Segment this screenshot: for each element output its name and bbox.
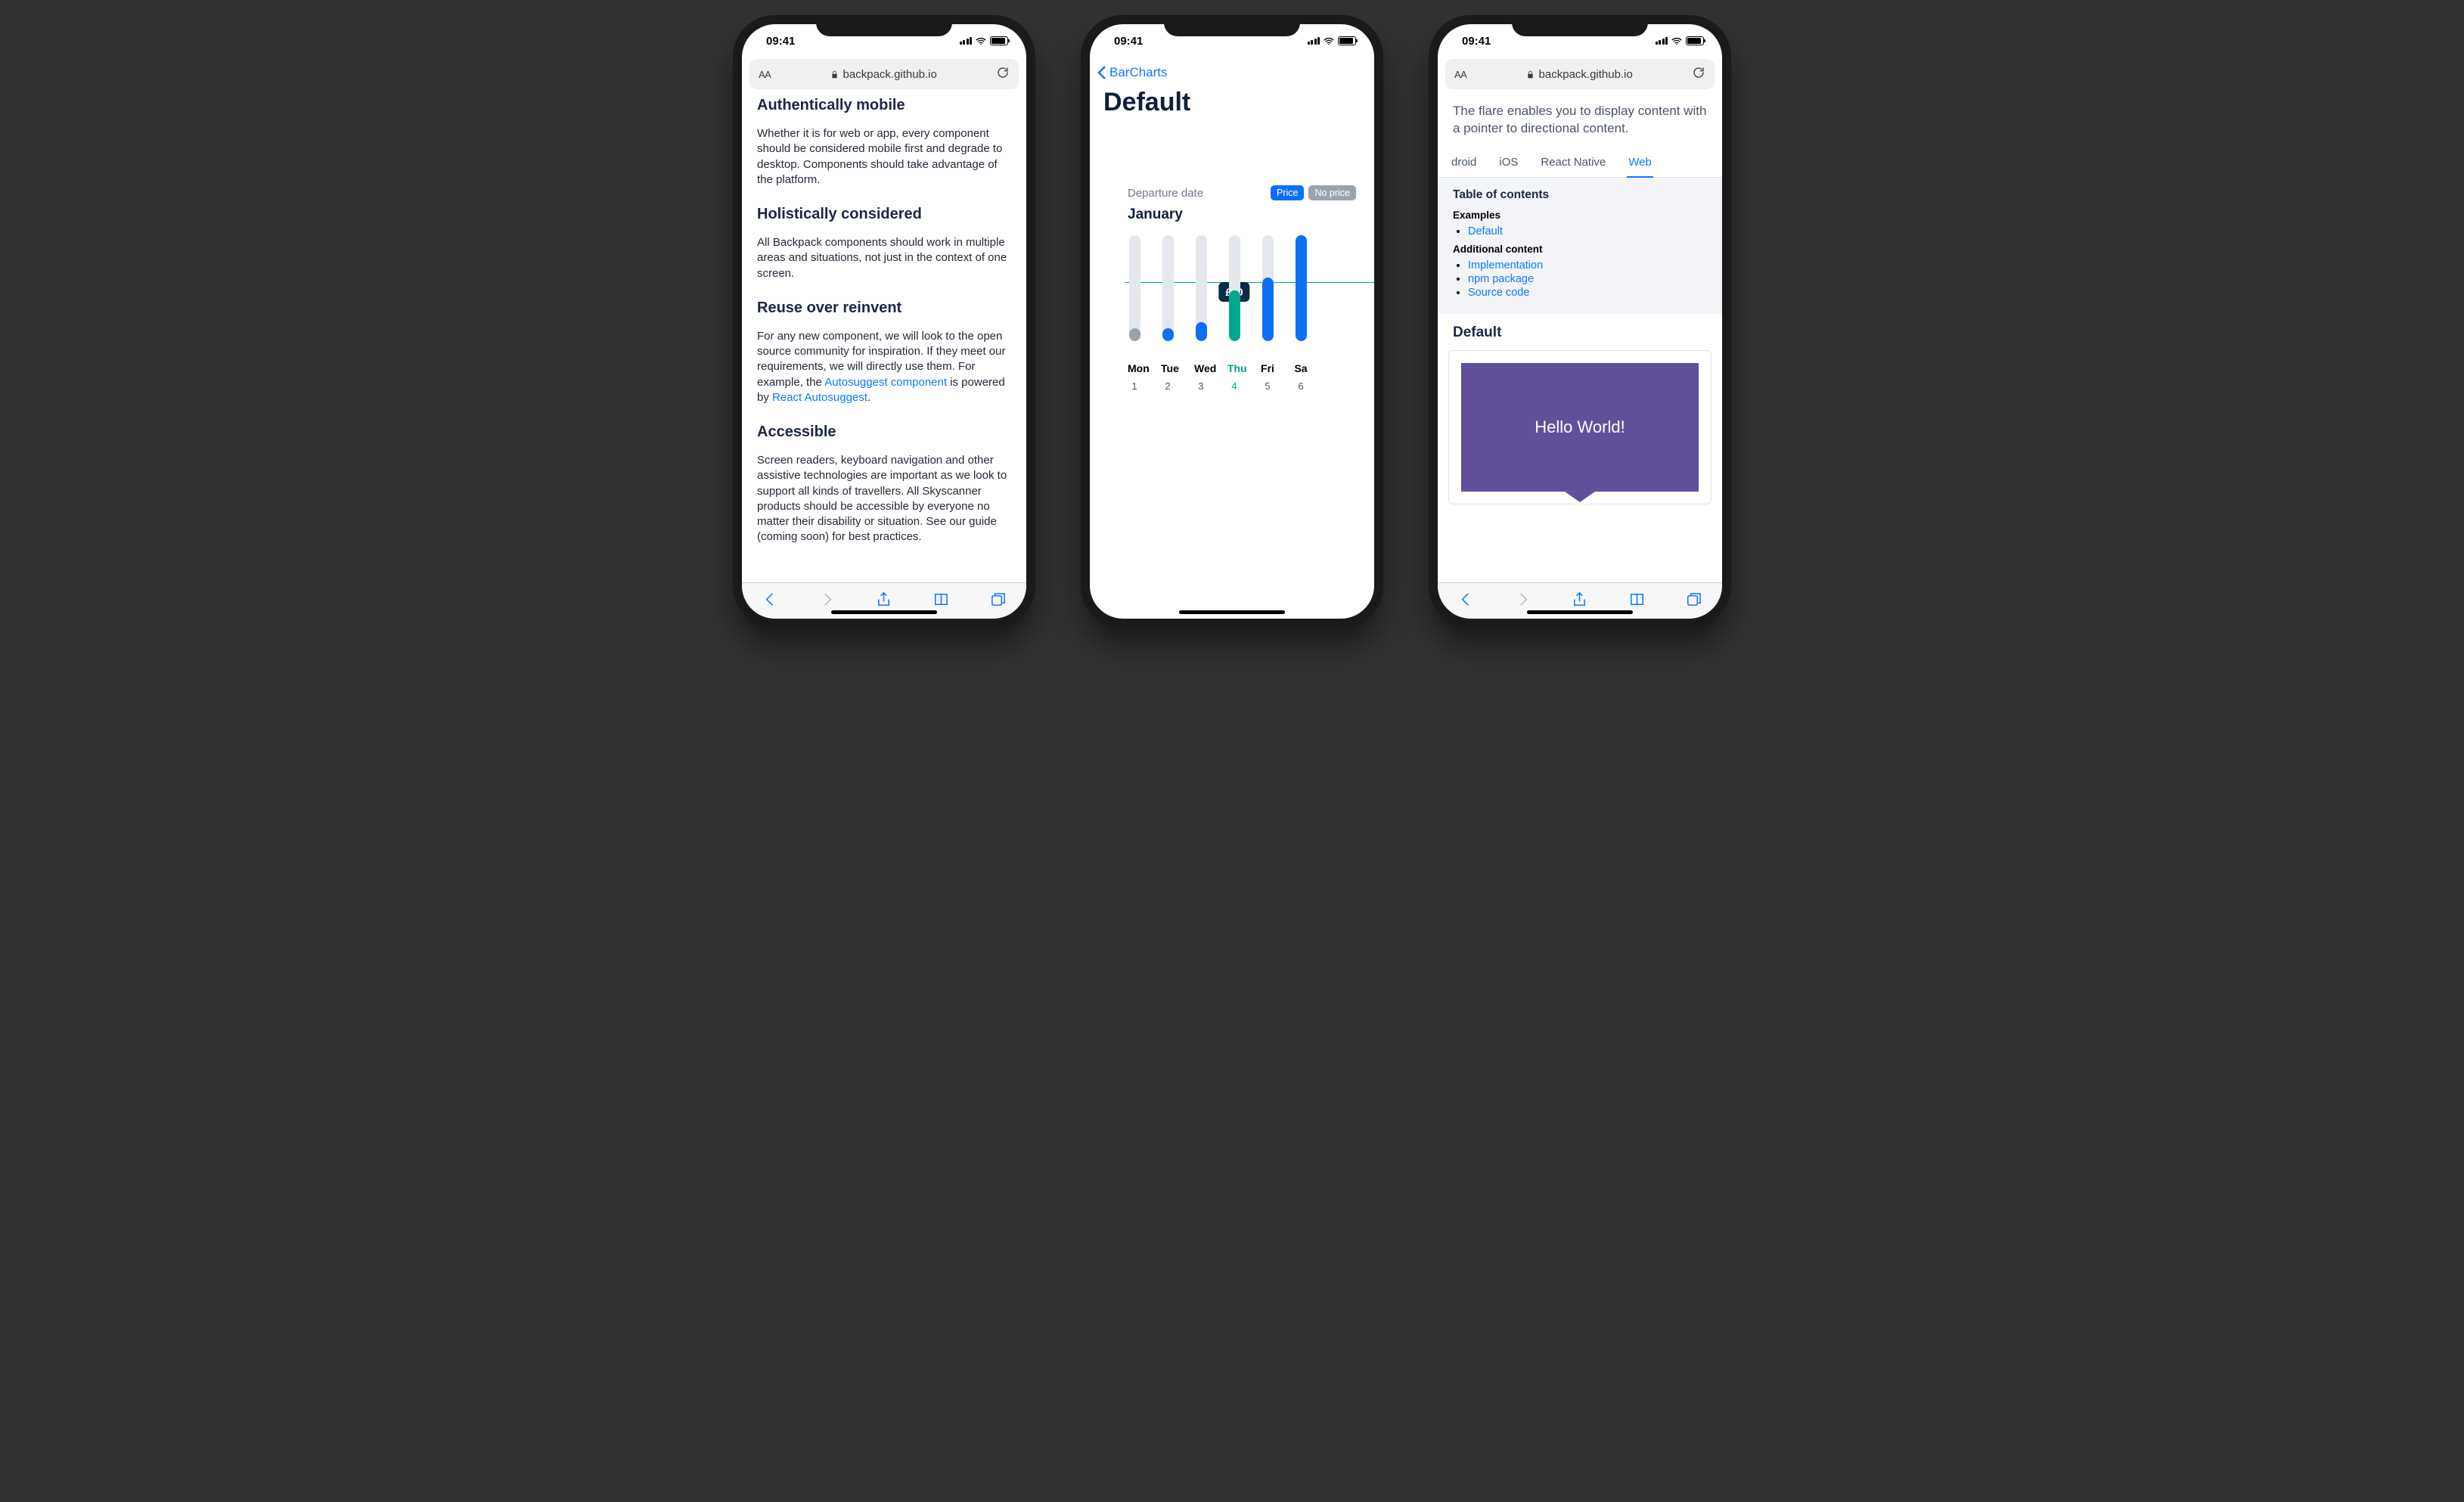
lock-icon xyxy=(1526,70,1535,79)
legend-no-price: No price xyxy=(1308,185,1356,200)
toc-link[interactable]: npm package xyxy=(1468,273,1534,285)
status-time: 09:41 xyxy=(1462,35,1491,48)
battery-icon xyxy=(1338,36,1356,45)
toc-link-source-code: Source code xyxy=(1468,287,1707,299)
toc-link-implementation: Implementation xyxy=(1468,259,1707,272)
phone-middle: 09:41 BarCharts Default Departure date P… xyxy=(1081,15,1383,628)
axis-fri: Fri5 xyxy=(1261,362,1274,392)
bar-tue[interactable] xyxy=(1161,235,1175,356)
back-button[interactable] xyxy=(762,591,779,612)
bar-sa[interactable] xyxy=(1294,235,1308,356)
reload-button[interactable] xyxy=(996,66,1010,83)
axis-sa: Sa6 xyxy=(1294,362,1308,392)
tab-ios[interactable]: iOS xyxy=(1497,151,1519,177)
axis-tue: Tue2 xyxy=(1161,362,1175,392)
url-text: backpack.github.io xyxy=(1539,68,1633,81)
axis-mon: Mon1 xyxy=(1128,362,1141,392)
table-of-contents: Table of contents Examples Default Addit… xyxy=(1438,178,1722,314)
tab-droid[interactable]: droid xyxy=(1450,151,1478,177)
lock-icon xyxy=(830,70,839,79)
heading-reuse: Reuse over reinvent xyxy=(757,298,1011,318)
heading-holistic: Holistically considered xyxy=(757,204,1011,225)
status-time: 09:41 xyxy=(766,35,795,48)
link-autosuggest[interactable]: Autosuggest component xyxy=(824,376,947,389)
wifi-icon xyxy=(975,36,987,45)
toc-link[interactable]: Source code xyxy=(1468,287,1529,299)
para-holistic: All Backpack components should work in m… xyxy=(757,235,1011,281)
bar-wed[interactable] xyxy=(1194,235,1208,356)
toc-additional-heading: Additional content xyxy=(1453,244,1707,255)
phone-left: 09:41 AA backpack.github.io Authenticall… xyxy=(733,15,1035,628)
back-button[interactable] xyxy=(1457,591,1475,612)
home-indicator xyxy=(1527,610,1633,614)
page-title: Default xyxy=(1090,88,1374,125)
cellular-icon xyxy=(1656,37,1668,45)
platform-tabs: droid iOS React Native Web xyxy=(1438,151,1722,178)
toc-title: Table of contents xyxy=(1453,188,1707,202)
toc-link-default: Default xyxy=(1468,225,1707,237)
flare-text: Hello World! xyxy=(1535,417,1625,437)
text-size-button[interactable]: AA xyxy=(1454,69,1466,80)
url-text: backpack.github.io xyxy=(843,68,937,81)
phone-right: 09:41 AA backpack.github.io The flare en… xyxy=(1429,15,1731,628)
tabs-button[interactable] xyxy=(989,591,1007,612)
home-indicator xyxy=(831,610,937,614)
nav-back[interactable]: BarCharts xyxy=(1090,57,1374,88)
tabs-button[interactable] xyxy=(1685,591,1702,612)
text-size-button[interactable]: AA xyxy=(759,69,771,80)
link-react-autosuggest[interactable]: React Autosuggest xyxy=(772,391,867,404)
toc-link-npm-package: npm package xyxy=(1468,273,1707,285)
toc-examples-heading: Examples xyxy=(1453,209,1707,221)
page-content: Authentically mobile Whether it is for w… xyxy=(742,95,1026,582)
example-card: Hello World! xyxy=(1448,350,1711,504)
bar-fri[interactable] xyxy=(1261,235,1274,356)
page-content: The flare enables you to display content… xyxy=(1438,95,1722,582)
cellular-icon xyxy=(1308,37,1320,45)
cellular-icon xyxy=(960,37,973,45)
chevron-left-icon xyxy=(1097,65,1106,80)
para-reuse: For any new component, we will look to t… xyxy=(757,329,1011,405)
share-button[interactable] xyxy=(875,591,892,612)
share-button[interactable] xyxy=(1571,591,1588,612)
home-indicator xyxy=(1179,610,1285,614)
bar-thu[interactable]: £20 xyxy=(1227,235,1241,356)
bar-chart[interactable]: £20 xyxy=(1090,235,1374,356)
forward-button[interactable] xyxy=(1514,591,1531,612)
chart-area: Departure date Price No price January £2… xyxy=(1090,125,1374,619)
safari-url-bar[interactable]: AA backpack.github.io xyxy=(1445,59,1715,89)
battery-icon xyxy=(1686,36,1704,45)
para-mobile: Whether it is for web or app, every comp… xyxy=(757,126,1011,188)
intro-text: The flare enables you to display content… xyxy=(1438,95,1722,151)
reload-button[interactable] xyxy=(1692,66,1705,83)
chart-month: January xyxy=(1090,203,1374,235)
heading-mobile: Authentically mobile xyxy=(757,95,1011,116)
chart-label: Departure date xyxy=(1128,187,1203,200)
bookmarks-button[interactable] xyxy=(933,591,950,612)
toc-link[interactable]: Default xyxy=(1468,225,1503,237)
flare-component: Hello World! xyxy=(1461,363,1699,492)
legend-price: Price xyxy=(1271,185,1304,200)
bookmarks-button[interactable] xyxy=(1628,591,1646,612)
bar-mon[interactable] xyxy=(1128,235,1141,356)
tab-react-native[interactable]: React Native xyxy=(1539,151,1607,177)
tab-web[interactable]: Web xyxy=(1627,151,1653,178)
forward-button[interactable] xyxy=(818,591,836,612)
nav-back-label: BarCharts xyxy=(1109,65,1168,80)
toc-link[interactable]: Implementation xyxy=(1468,259,1543,272)
wifi-icon xyxy=(1671,36,1683,45)
safari-url-bar[interactable]: AA backpack.github.io xyxy=(749,59,1019,89)
axis-wed: Wed3 xyxy=(1194,362,1208,392)
status-time: 09:41 xyxy=(1114,35,1143,48)
battery-icon xyxy=(990,36,1008,45)
wifi-icon xyxy=(1323,36,1335,45)
heading-accessible: Accessible xyxy=(757,422,1011,442)
axis-thu: Thu4 xyxy=(1227,362,1241,392)
section-title: Default xyxy=(1438,314,1722,350)
para-accessible: Screen readers, keyboard navigation and … xyxy=(757,453,1011,545)
